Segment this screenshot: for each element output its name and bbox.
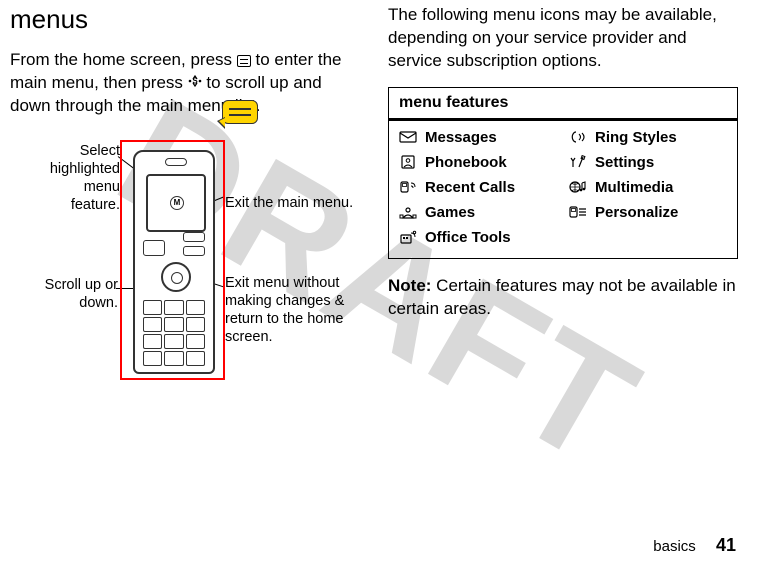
right-softkey: [183, 246, 205, 256]
menu-label: Multimedia: [595, 179, 673, 196]
left-softkey: [143, 240, 165, 256]
speech-bubble-icon: [222, 100, 258, 124]
nav-s-glyph: S: [188, 72, 202, 95]
menu-item-office-tools: Office Tools: [393, 225, 563, 250]
phone-softkeys: [143, 238, 205, 258]
table-row: Games Personalize: [393, 200, 733, 225]
svg-text:S: S: [192, 76, 198, 85]
menu-item-ring-styles: Ring Styles: [563, 125, 733, 150]
menu-key-icon: [237, 55, 251, 67]
phone-keypad: [143, 300, 205, 366]
phone-key: [164, 300, 183, 315]
right-intro-paragraph: The following menu icons may be availabl…: [388, 4, 738, 73]
menu-label: Office Tools: [425, 229, 511, 246]
menu-label: Ring Styles: [595, 129, 677, 146]
games-icon: [399, 205, 417, 219]
intro-paragraph: From the home screen, press to enter the…: [10, 49, 360, 118]
note-label: Note:: [388, 276, 431, 295]
phone-key: [164, 334, 183, 349]
phone-key: [186, 317, 205, 332]
office-tools-icon: [399, 230, 417, 244]
menu-item-recent-calls: Recent Calls: [393, 175, 563, 200]
note-text: Certain features may not be available in…: [388, 276, 736, 318]
menu-label: Messages: [425, 129, 497, 146]
phone-key: [143, 334, 162, 349]
menu-item-games: Games: [393, 200, 563, 225]
menu-label: Recent Calls: [425, 179, 515, 196]
menu-item-settings: Settings: [563, 150, 733, 175]
menu-table-header: menu features: [389, 88, 737, 121]
phone-key: [143, 300, 162, 315]
settings-icon: [569, 155, 587, 169]
phone-key: [186, 334, 205, 349]
multimedia-icon: [569, 180, 587, 194]
footer-page-number: 41: [716, 535, 736, 555]
table-row: Phonebook Settings: [393, 150, 733, 175]
phone-diagram: Select highlighted menu feature. Scroll …: [10, 128, 370, 418]
menu-label: Personalize: [595, 204, 678, 221]
menu-label: Games: [425, 204, 475, 221]
phone-key: [186, 351, 205, 366]
phone-key: [164, 317, 183, 332]
menu-features-table: menu features Messages Ring Styles P: [388, 87, 738, 259]
menu-item-messages: Messages: [393, 125, 563, 150]
table-row: Recent Calls Multimedia: [393, 175, 733, 200]
menu-item-empty: [563, 225, 733, 250]
phone-dpad: [161, 262, 191, 292]
table-row: Office Tools: [393, 225, 733, 250]
callout-select: Select highlighted menu feature.: [40, 142, 120, 215]
phone-screen: M: [146, 174, 206, 232]
page-heading: menus: [10, 4, 360, 35]
phone-speaker: [165, 158, 187, 166]
phonebook-icon: [399, 155, 417, 169]
callout-exit-main: Exit the main menu.: [225, 194, 365, 212]
menu-label: Settings: [595, 154, 654, 171]
recent-calls-icon: [399, 180, 417, 194]
ring-styles-icon: [569, 130, 587, 144]
footer-section: basics: [653, 538, 696, 555]
personalize-icon: [569, 205, 587, 219]
menu-item-phonebook: Phonebook: [393, 150, 563, 175]
callout-scroll: Scroll up or down.: [18, 276, 118, 312]
moto-logo-icon: M: [170, 196, 184, 210]
menu-label: Phonebook: [425, 154, 507, 171]
phone-body: M: [133, 150, 215, 374]
phone-key: [164, 351, 183, 366]
phone-key: [186, 300, 205, 315]
phone-highlight-box: M: [120, 140, 225, 380]
phone-key: [143, 317, 162, 332]
phone-key: [143, 351, 162, 366]
note-paragraph: Note: Certain features may not be availa…: [388, 275, 738, 321]
right-softkey-top: [183, 232, 205, 242]
messages-icon: [399, 130, 417, 144]
page-footer: basics 41: [653, 535, 736, 556]
callout-exit-home: Exit menu without making changes & retur…: [225, 274, 375, 347]
table-row: Messages Ring Styles: [393, 125, 733, 150]
intro-text-a: From the home screen, press: [10, 50, 237, 69]
menu-item-personalize: Personalize: [563, 200, 733, 225]
menu-item-multimedia: Multimedia: [563, 175, 733, 200]
